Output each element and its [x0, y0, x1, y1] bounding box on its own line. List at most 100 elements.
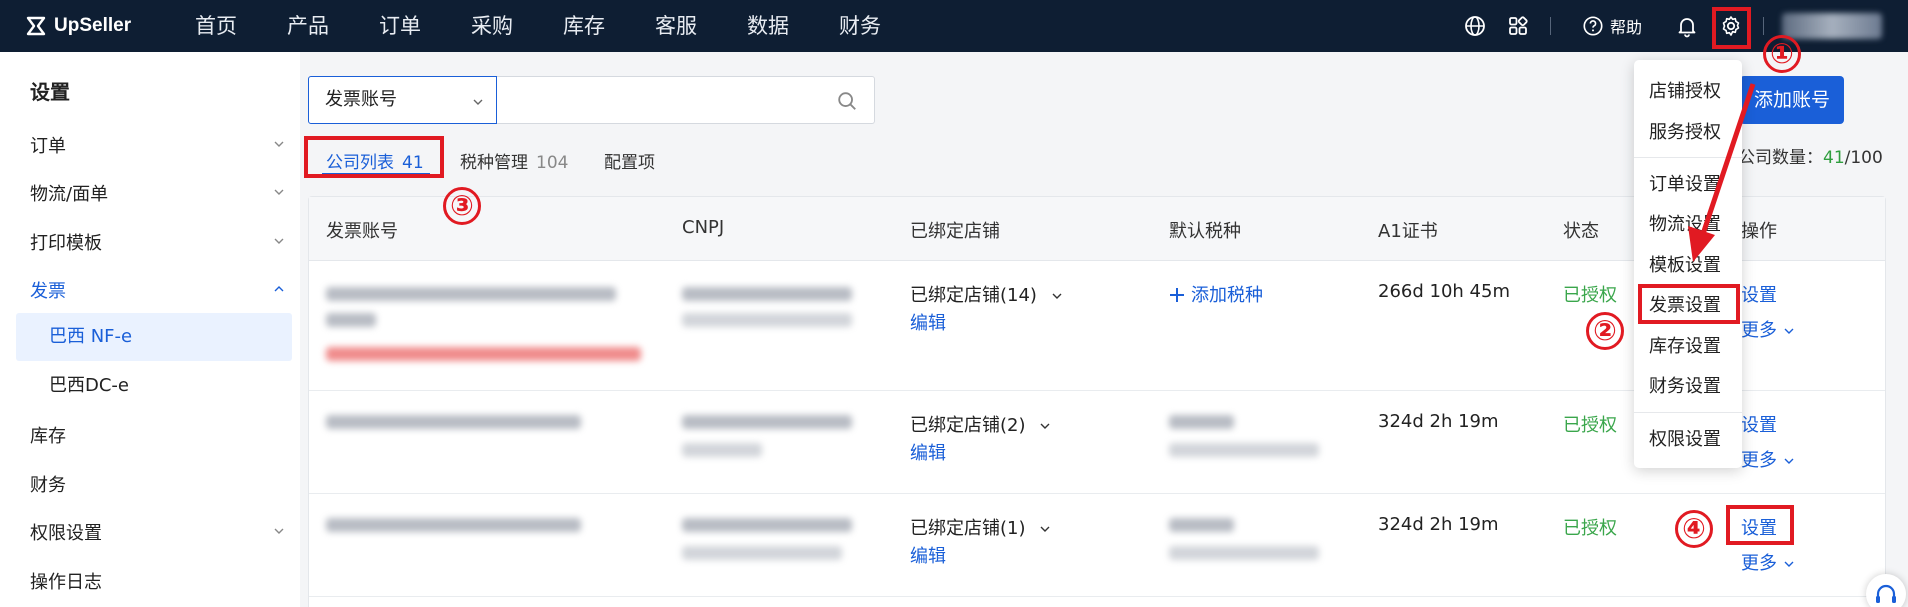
search-field-select-value: 发票账号	[325, 89, 397, 110]
certificate-remaining: 324d 2h 19m	[1378, 514, 1499, 535]
bound-stores-dropdown[interactable]: 已绑定店铺(14)	[910, 281, 1063, 307]
sidebar-item-print-templates[interactable]: 打印模板	[30, 229, 285, 255]
menu-divider	[1634, 157, 1742, 158]
chevron-down-icon	[274, 189, 284, 195]
chevron-down-icon	[1784, 328, 1794, 334]
sidebar-item-orders[interactable]: 订单	[30, 132, 285, 158]
sidebar-item-inventory[interactable]: 库存	[30, 422, 285, 448]
column-header-status: 状态	[1563, 221, 1599, 242]
user-account-menu[interactable]	[1782, 13, 1882, 39]
redacted-account-name	[326, 313, 376, 327]
chevron-down-icon	[1052, 293, 1062, 299]
menu-item-inventory-settings[interactable]: 库存设置	[1649, 332, 1721, 358]
chevron-down-icon	[274, 238, 284, 244]
menu-item-service-authorization[interactable]: 服务授权	[1649, 118, 1721, 144]
redacted-warning-text	[326, 347, 641, 361]
brand-name: UpSeller	[54, 15, 132, 36]
menu-item-store-authorization[interactable]: 店铺授权	[1649, 77, 1721, 103]
settings-link[interactable]: 设置	[1741, 411, 1777, 437]
redacted-regime	[682, 443, 762, 457]
nav-products[interactable]: 产品	[287, 0, 329, 52]
menu-item-template-settings[interactable]: 模板设置	[1649, 251, 1721, 277]
more-actions-dropdown[interactable]: 更多	[1741, 316, 1795, 342]
redacted-account-name	[326, 518, 581, 532]
sidebar-item-operation-log[interactable]: 操作日志	[30, 568, 285, 594]
menu-item-logistics-settings[interactable]: 物流设置	[1649, 210, 1721, 236]
settings-sidebar: 设置 订单 物流/面单 打印模板 发票 巴西 NF-e 巴西DC-e 库存 财务…	[0, 52, 300, 607]
sidebar-item-permissions[interactable]: 权限设置	[30, 519, 285, 545]
redacted-account-name	[326, 287, 616, 301]
apps-grid-icon[interactable]	[1506, 14, 1530, 38]
help-link[interactable]: 帮助	[1582, 14, 1642, 38]
menu-item-order-settings[interactable]: 订单设置	[1649, 170, 1721, 196]
column-header-invoice-account: 发票账号	[326, 221, 398, 242]
settings-dropdown-menu: 店铺授权 服务授权 订单设置 物流设置 模板设置 发票设置 库存设置 财务设置 …	[1634, 60, 1742, 468]
column-header-a1-certificate: A1证书	[1378, 221, 1438, 242]
menu-item-finance-settings[interactable]: 财务设置	[1649, 372, 1721, 398]
sidebar-item-logistics[interactable]: 物流/面单	[30, 180, 285, 206]
redacted-account-name	[326, 415, 581, 429]
column-header-bound-stores: 已绑定店铺	[910, 221, 1000, 242]
tab-tax-management[interactable]: 税种管理 104	[460, 148, 568, 173]
menu-divider	[1634, 412, 1742, 413]
brand-logo[interactable]: UpSeller	[24, 14, 131, 38]
tab-config[interactable]: 配置项	[604, 148, 655, 173]
redacted-tax-regime	[1169, 443, 1319, 457]
bound-stores-dropdown[interactable]: 已绑定店铺(2)	[910, 411, 1051, 437]
step-marker-3: ③	[443, 187, 481, 225]
sidebar-subitem-brazil-nfe[interactable]: 巴西 NF-e	[16, 313, 292, 361]
search-input[interactable]	[497, 76, 875, 124]
nav-orders[interactable]: 订单	[379, 0, 421, 52]
sidebar-subitem-brazil-dce[interactable]: 巴西DC-e	[16, 362, 292, 410]
edit-link[interactable]: 编辑	[910, 542, 946, 568]
add-tax-label: 添加税种	[1191, 285, 1263, 306]
add-tax-button[interactable]: 添加税种	[1169, 281, 1263, 307]
sidebar-item-label: 打印模板	[30, 233, 102, 254]
settings-link[interactable]: 设置	[1741, 281, 1777, 307]
step-marker-2: ②	[1586, 312, 1624, 350]
edit-link[interactable]: 编辑	[910, 439, 946, 465]
edit-link[interactable]: 编辑	[910, 309, 946, 335]
add-account-button[interactable]: 添加账号	[1740, 76, 1844, 124]
help-label: 帮助	[1610, 18, 1643, 37]
nav-finance[interactable]: 财务	[839, 0, 881, 52]
chevron-down-icon	[1784, 561, 1794, 567]
more-actions-dropdown[interactable]: 更多	[1741, 446, 1795, 472]
company-count-total: /100	[1844, 148, 1883, 168]
bell-icon[interactable]	[1675, 14, 1699, 38]
customer-support-button[interactable]	[1866, 574, 1906, 607]
nav-customer-service[interactable]: 客服	[655, 0, 697, 52]
status-badge: 已授权	[1563, 518, 1617, 539]
topbar-divider	[1550, 17, 1551, 35]
question-circle-icon	[1583, 16, 1603, 36]
chevron-down-icon	[274, 141, 284, 147]
nav-purchase[interactable]: 采购	[471, 0, 513, 52]
search-icon[interactable]	[836, 90, 858, 112]
nav-home[interactable]: 首页	[195, 0, 237, 52]
sidebar-item-label: 财务	[30, 475, 66, 496]
globe-icon[interactable]	[1463, 14, 1487, 38]
search-field-select[interactable]: 发票账号	[308, 76, 497, 124]
bound-stores-dropdown[interactable]: 已绑定店铺(1)	[910, 514, 1051, 540]
column-header-cnpj: CNPJ	[682, 217, 725, 238]
nav-inventory[interactable]: 库存	[563, 0, 605, 52]
sidebar-item-finance[interactable]: 财务	[30, 471, 285, 497]
sidebar-item-label: 库存	[30, 426, 66, 447]
step-marker-1: ①	[1763, 35, 1801, 73]
nav-data[interactable]: 数据	[747, 0, 789, 52]
company-count-used: 41	[1823, 148, 1845, 168]
redacted-cnpj	[682, 287, 852, 301]
more-label: 更多	[1741, 450, 1777, 471]
more-actions-dropdown[interactable]: 更多	[1741, 549, 1795, 575]
step-marker-4: ④	[1675, 510, 1713, 548]
redacted-regime	[682, 546, 842, 560]
highlight-settings-link	[1726, 505, 1794, 545]
menu-item-permission-settings[interactable]: 权限设置	[1649, 425, 1721, 451]
sidebar-title: 设置	[30, 80, 70, 104]
sidebar-item-invoice[interactable]: 发票	[30, 277, 285, 303]
chevron-down-icon	[1040, 526, 1050, 532]
topbar-divider	[1763, 17, 1764, 35]
redacted-tax-code	[1169, 415, 1234, 429]
upseller-logo-icon	[26, 16, 46, 36]
bound-stores-label: 已绑定店铺(14)	[910, 285, 1037, 306]
